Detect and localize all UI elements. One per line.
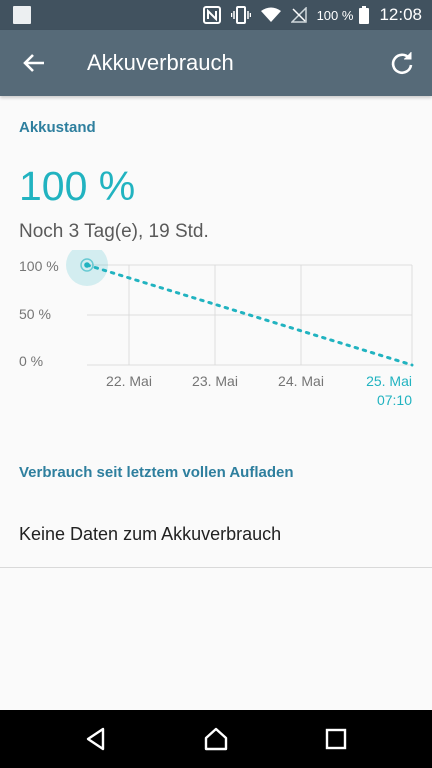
- nav-recents-icon[interactable]: [323, 726, 349, 752]
- section-title-battery-status: Akkustand: [19, 119, 96, 136]
- wifi-icon: [260, 7, 281, 22]
- app-bar: Akkuverbrauch: [0, 30, 432, 96]
- page-title: Akkuverbrauch: [87, 50, 234, 75]
- battery-percent: 100 %: [316, 7, 354, 23]
- battery-icon: [359, 6, 370, 24]
- x-tick-label: 24. Mai: [278, 373, 324, 389]
- y-tick-label: 50 %: [19, 306, 51, 322]
- y-tick-label: 0 %: [19, 353, 43, 369]
- refresh-icon[interactable]: [386, 47, 418, 79]
- notification-square-icon: [13, 6, 31, 24]
- remaining-time: Noch 3 Tag(e), 19 Std.: [19, 221, 209, 242]
- current-point-halo: [66, 250, 108, 286]
- navigation-bar: [0, 710, 432, 768]
- arrow-left-icon[interactable]: [18, 47, 50, 79]
- section-title-usage: Verbrauch seit letztem vollen Aufladen: [19, 464, 294, 481]
- x-tick-label-highlighted: 25. Mai: [366, 373, 412, 389]
- status-icons: 100 % 12:08: [202, 0, 422, 30]
- battery-chart: 100 % 50 % 0 % 22. Mai 23. Mai 24. Mai 2…: [19, 250, 414, 408]
- empty-usage-text: Keine Daten zum Akkuverbrauch: [19, 524, 282, 544]
- no-signal-icon: [290, 7, 307, 23]
- vibrate-icon: [230, 6, 251, 24]
- status-bar: 100 % 12:08: [0, 0, 432, 30]
- nav-back-icon[interactable]: [83, 726, 109, 752]
- x-tick-sublabel: 07:10: [377, 392, 412, 408]
- x-tick-label: 23. Mai: [192, 373, 238, 389]
- clock: 12:08: [379, 5, 422, 24]
- x-tick-label: 22. Mai: [106, 373, 152, 389]
- divider: [0, 567, 432, 568]
- current-point: [84, 262, 90, 268]
- y-tick-label: 100 %: [19, 258, 59, 274]
- nfc-icon: [202, 6, 221, 24]
- battery-level: 100 %: [19, 163, 136, 209]
- nav-home-icon[interactable]: [203, 726, 229, 752]
